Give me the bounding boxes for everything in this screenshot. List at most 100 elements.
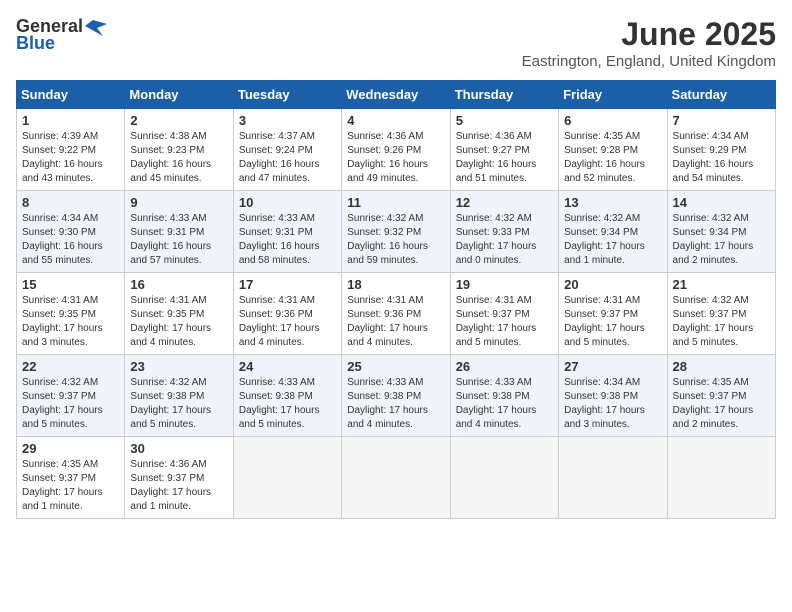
- calendar-day-cell: 24 Sunrise: 4:33 AM Sunset: 9:38 PM Dayli…: [233, 355, 341, 437]
- weekday-header-sunday: Sunday: [17, 81, 125, 109]
- day-number: 29: [22, 441, 119, 456]
- day-number: 22: [22, 359, 119, 374]
- day-number: 21: [673, 277, 770, 292]
- calendar-day-cell: [450, 437, 558, 519]
- day-info: Sunrise: 4:32 AM Sunset: 9:37 PM Dayligh…: [22, 376, 119, 432]
- calendar-week-row: 15 Sunrise: 4:31 AM Sunset: 9:35 PM Dayli…: [17, 273, 776, 355]
- day-number: 8: [22, 195, 119, 210]
- day-number: 19: [456, 277, 553, 292]
- day-info: Sunrise: 4:39 AM Sunset: 9:22 PM Dayligh…: [22, 130, 119, 186]
- day-number: 10: [239, 195, 336, 210]
- day-info: Sunrise: 4:35 AM Sunset: 9:37 PM Dayligh…: [22, 458, 119, 514]
- weekday-header-thursday: Thursday: [450, 81, 558, 109]
- calendar-day-cell: 7 Sunrise: 4:34 AM Sunset: 9:29 PM Daylig…: [667, 109, 775, 191]
- day-info: Sunrise: 4:34 AM Sunset: 9:38 PM Dayligh…: [564, 376, 661, 432]
- location-title: Eastrington, England, United Kingdom: [522, 53, 776, 70]
- calendar-week-row: 8 Sunrise: 4:34 AM Sunset: 9:30 PM Daylig…: [17, 191, 776, 273]
- calendar-day-cell: 13 Sunrise: 4:32 AM Sunset: 9:34 PM Dayli…: [559, 191, 667, 273]
- calendar-day-cell: 3 Sunrise: 4:37 AM Sunset: 9:24 PM Daylig…: [233, 109, 341, 191]
- day-number: 2: [130, 113, 227, 128]
- month-title: June 2025: [522, 16, 776, 53]
- day-info: Sunrise: 4:33 AM Sunset: 9:38 PM Dayligh…: [456, 376, 553, 432]
- calendar-day-cell: 23 Sunrise: 4:32 AM Sunset: 9:38 PM Dayli…: [125, 355, 233, 437]
- day-info: Sunrise: 4:32 AM Sunset: 9:34 PM Dayligh…: [673, 212, 770, 268]
- calendar-day-cell: [342, 437, 450, 519]
- day-info: Sunrise: 4:34 AM Sunset: 9:29 PM Dayligh…: [673, 130, 770, 186]
- day-number: 12: [456, 195, 553, 210]
- weekday-header-monday: Monday: [125, 81, 233, 109]
- calendar-day-cell: 11 Sunrise: 4:32 AM Sunset: 9:32 PM Dayli…: [342, 191, 450, 273]
- day-info: Sunrise: 4:36 AM Sunset: 9:37 PM Dayligh…: [130, 458, 227, 514]
- day-number: 25: [347, 359, 444, 374]
- calendar-day-cell: 1 Sunrise: 4:39 AM Sunset: 9:22 PM Daylig…: [17, 109, 125, 191]
- day-info: Sunrise: 4:33 AM Sunset: 9:31 PM Dayligh…: [239, 212, 336, 268]
- day-info: Sunrise: 4:32 AM Sunset: 9:34 PM Dayligh…: [564, 212, 661, 268]
- day-number: 1: [22, 113, 119, 128]
- day-number: 4: [347, 113, 444, 128]
- day-number: 24: [239, 359, 336, 374]
- day-info: Sunrise: 4:32 AM Sunset: 9:33 PM Dayligh…: [456, 212, 553, 268]
- calendar-day-cell: 15 Sunrise: 4:31 AM Sunset: 9:35 PM Dayli…: [17, 273, 125, 355]
- weekday-header-saturday: Saturday: [667, 81, 775, 109]
- calendar-day-cell: 2 Sunrise: 4:38 AM Sunset: 9:23 PM Daylig…: [125, 109, 233, 191]
- weekday-header-wednesday: Wednesday: [342, 81, 450, 109]
- day-number: 26: [456, 359, 553, 374]
- logo-blue-text: Blue: [16, 33, 55, 54]
- calendar-day-cell: 30Sunrise: 4:36 AM Sunset: 9:37 PM Dayli…: [125, 437, 233, 519]
- calendar-day-cell: 21Sunrise: 4:32 AM Sunset: 9:37 PM Dayli…: [667, 273, 775, 355]
- calendar-day-cell: 22 Sunrise: 4:32 AM Sunset: 9:37 PM Dayli…: [17, 355, 125, 437]
- calendar-day-cell: 20 Sunrise: 4:31 AM Sunset: 9:37 PM Dayli…: [559, 273, 667, 355]
- day-number: 27: [564, 359, 661, 374]
- day-number: 3: [239, 113, 336, 128]
- page-header: General Blue June 2025 Eastrington, Engl…: [16, 16, 776, 70]
- day-number: 15: [22, 277, 119, 292]
- day-info: Sunrise: 4:31 AM Sunset: 9:37 PM Dayligh…: [456, 294, 553, 350]
- calendar-week-row: 29 Sunrise: 4:35 AM Sunset: 9:37 PM Dayli…: [17, 437, 776, 519]
- day-info: Sunrise: 4:32 AM Sunset: 9:32 PM Dayligh…: [347, 212, 444, 268]
- day-info: Sunrise: 4:33 AM Sunset: 9:38 PM Dayligh…: [347, 376, 444, 432]
- calendar-day-cell: 28 Sunrise: 4:35 AM Sunset: 9:37 PM Dayli…: [667, 355, 775, 437]
- day-number: 17: [239, 277, 336, 292]
- calendar-week-row: 1 Sunrise: 4:39 AM Sunset: 9:22 PM Daylig…: [17, 109, 776, 191]
- calendar-day-cell: 19 Sunrise: 4:31 AM Sunset: 9:37 PM Dayli…: [450, 273, 558, 355]
- calendar-day-cell: 26 Sunrise: 4:33 AM Sunset: 9:38 PM Dayli…: [450, 355, 558, 437]
- day-number: 7: [673, 113, 770, 128]
- day-number: 23: [130, 359, 227, 374]
- day-number: 20: [564, 277, 661, 292]
- day-number: 28: [673, 359, 770, 374]
- day-info: Sunrise: 4:33 AM Sunset: 9:38 PM Dayligh…: [239, 376, 336, 432]
- calendar-day-cell: 12 Sunrise: 4:32 AM Sunset: 9:33 PM Dayli…: [450, 191, 558, 273]
- day-info: Sunrise: 4:31 AM Sunset: 9:37 PM Dayligh…: [564, 294, 661, 350]
- logo-bird-icon: [85, 18, 107, 36]
- day-info: Sunrise: 4:31 AM Sunset: 9:35 PM Dayligh…: [130, 294, 227, 350]
- calendar-table: SundayMondayTuesdayWednesdayThursdayFrid…: [16, 80, 776, 519]
- calendar-day-cell: 9Sunrise: 4:33 AM Sunset: 9:31 PM Daylig…: [125, 191, 233, 273]
- day-info: Sunrise: 4:36 AM Sunset: 9:27 PM Dayligh…: [456, 130, 553, 186]
- calendar-day-cell: 17 Sunrise: 4:31 AM Sunset: 9:36 PM Dayli…: [233, 273, 341, 355]
- day-info: Sunrise: 4:31 AM Sunset: 9:36 PM Dayligh…: [239, 294, 336, 350]
- day-info: Sunrise: 4:38 AM Sunset: 9:23 PM Dayligh…: [130, 130, 227, 186]
- calendar-day-cell: [667, 437, 775, 519]
- day-number: 5: [456, 113, 553, 128]
- day-info: Sunrise: 4:32 AM Sunset: 9:38 PM Dayligh…: [130, 376, 227, 432]
- calendar-day-cell: 8 Sunrise: 4:34 AM Sunset: 9:30 PM Daylig…: [17, 191, 125, 273]
- weekday-header-friday: Friday: [559, 81, 667, 109]
- day-number: 16: [130, 277, 227, 292]
- weekday-header-row: SundayMondayTuesdayWednesdayThursdayFrid…: [17, 81, 776, 109]
- day-number: 6: [564, 113, 661, 128]
- day-info: Sunrise: 4:34 AM Sunset: 9:30 PM Dayligh…: [22, 212, 119, 268]
- calendar-day-cell: 10 Sunrise: 4:33 AM Sunset: 9:31 PM Dayli…: [233, 191, 341, 273]
- calendar-day-cell: 14Sunrise: 4:32 AM Sunset: 9:34 PM Dayli…: [667, 191, 775, 273]
- day-info: Sunrise: 4:31 AM Sunset: 9:35 PM Dayligh…: [22, 294, 119, 350]
- day-info: Sunrise: 4:35 AM Sunset: 9:28 PM Dayligh…: [564, 130, 661, 186]
- day-info: Sunrise: 4:37 AM Sunset: 9:24 PM Dayligh…: [239, 130, 336, 186]
- calendar-day-cell: 25 Sunrise: 4:33 AM Sunset: 9:38 PM Dayli…: [342, 355, 450, 437]
- day-info: Sunrise: 4:35 AM Sunset: 9:37 PM Dayligh…: [673, 376, 770, 432]
- title-area: June 2025 Eastrington, England, United K…: [522, 16, 776, 70]
- day-number: 13: [564, 195, 661, 210]
- day-number: 11: [347, 195, 444, 210]
- weekday-header-tuesday: Tuesday: [233, 81, 341, 109]
- calendar-day-cell: [559, 437, 667, 519]
- calendar-day-cell: [233, 437, 341, 519]
- calendar-day-cell: 16 Sunrise: 4:31 AM Sunset: 9:35 PM Dayli…: [125, 273, 233, 355]
